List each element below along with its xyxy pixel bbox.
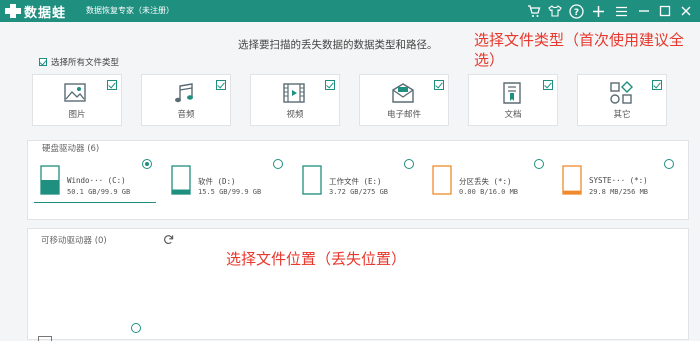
title-bar: 数据蛙 数据恢复专家（未注册） ?: [0, 0, 700, 22]
maximize-icon[interactable]: [656, 2, 674, 20]
drive-radio[interactable]: [404, 159, 414, 169]
file-type-label: 图片: [68, 110, 86, 120]
drive-item[interactable]: 软件 (D:) 15.5 GB/99.9 GB: [165, 159, 287, 203]
email-icon: [392, 83, 414, 103]
file-type-label: 其它: [613, 110, 631, 120]
select-all-checkbox[interactable]: 选择所有文件类型: [39, 56, 119, 68]
audio-type-checkbox[interactable]: [216, 80, 226, 90]
tshirt-icon[interactable]: [546, 2, 564, 20]
removable-drives-title: 可移动驱动器 (0): [41, 236, 107, 246]
svg-text:?: ?: [573, 8, 578, 18]
drive-c-icon: [40, 165, 60, 195]
drive-item[interactable]: SYSTE··· (*:) 29.8 MB/256 MB: [556, 159, 678, 203]
file-type-image[interactable]: 图片: [32, 74, 122, 126]
drive-radio[interactable]: [534, 159, 544, 169]
video-icon: [283, 83, 305, 103]
drive-d-icon: [171, 165, 191, 195]
drive-radio[interactable]: [142, 159, 152, 169]
removable-drives-panel: 可移动驱动器 (0): [27, 228, 689, 340]
drive-name: SYSTE··· (*:): [589, 176, 648, 185]
drive-e-icon: [302, 165, 322, 195]
file-type-label: 电子邮件: [386, 110, 421, 120]
annotation-file-location: 选择文件位置（丢失位置）: [226, 250, 407, 268]
file-type-email[interactable]: 电子邮件: [359, 74, 449, 126]
drive-item[interactable]: Windo··· (C:) 50.1 GB/99.9 GB: [34, 159, 156, 203]
drive-radio[interactable]: [273, 159, 283, 169]
drive-name: 工作文件 (E:): [329, 177, 382, 186]
folder-icon[interactable]: [38, 336, 52, 341]
file-type-label: 音频: [177, 110, 195, 120]
app-brand: 数据蛙: [24, 6, 67, 21]
hard-drives-panel: 硬盘驱动器 (6) Windo··· (C:) 50.1 GB/99.9 GB …: [27, 140, 689, 220]
minimize-icon[interactable]: [635, 2, 653, 20]
drive-size: 0.00 B/16.0 MB: [459, 188, 519, 196]
main-content: 选择要扫描的丢失数据的数据类型和路径。 选择文件类型（首次使用建议全选） 选择所…: [0, 22, 700, 341]
document-icon: [503, 82, 521, 104]
drive-name: 软件 (D:): [198, 177, 236, 186]
file-type-document[interactable]: 文档: [468, 74, 558, 126]
other-type-checkbox[interactable]: [652, 80, 662, 90]
drive-size: 15.5 GB/99.9 GB: [198, 188, 262, 196]
location-radio[interactable]: [131, 323, 141, 333]
file-type-other[interactable]: 其它: [577, 74, 667, 126]
app-subtitle: 数据恢复专家（未注册）: [86, 6, 174, 15]
other-icon: [610, 81, 633, 104]
annotation-file-type: 选择文件类型（首次使用建议全选）: [474, 31, 685, 69]
email-type-checkbox[interactable]: [434, 80, 444, 90]
menu-icon[interactable]: [612, 2, 630, 20]
file-type-label: 视频: [286, 110, 304, 120]
select-all-label: 选择所有文件类型: [51, 58, 120, 68]
drive-size: 50.1 GB/99.9 GB: [67, 188, 131, 196]
image-icon: [64, 83, 86, 102]
file-type-audio[interactable]: 音频: [141, 74, 231, 126]
logo-icon: [5, 4, 21, 18]
cart-icon[interactable]: [525, 2, 543, 20]
file-type-video[interactable]: 视频: [250, 74, 340, 126]
music-icon: [175, 83, 193, 103]
help-icon[interactable]: ?: [567, 2, 585, 20]
document-type-checkbox[interactable]: [543, 80, 553, 90]
drive-name: Windo··· (C:): [67, 176, 126, 185]
drive-item[interactable]: 分区丢失 (*:) 0.00 B/16.0 MB: [426, 159, 548, 203]
checkbox-icon: [39, 58, 47, 66]
video-type-checkbox[interactable]: [325, 80, 335, 90]
refresh-icon[interactable]: [163, 234, 174, 245]
image-type-checkbox[interactable]: [107, 80, 117, 90]
plus-icon[interactable]: [589, 2, 607, 20]
hard-drives-title: 硬盘驱动器 (6): [42, 144, 100, 154]
close-icon[interactable]: [677, 2, 695, 20]
drive-item[interactable]: 工作文件 (E:) 3.72 GB/275 GB: [296, 159, 418, 203]
file-type-label: 文档: [504, 110, 522, 120]
drive-radio[interactable]: [664, 159, 674, 169]
drive-size: 29.8 MB/256 MB: [589, 188, 649, 196]
lost-partition-icon: [432, 165, 452, 195]
drive-name: 分区丢失 (*:): [459, 177, 512, 186]
drive-size: 3.72 GB/275 GB: [329, 188, 389, 196]
system-partition-icon: [562, 165, 582, 195]
instruction-text: 选择要扫描的丢失数据的数据类型和路径。: [238, 39, 438, 51]
